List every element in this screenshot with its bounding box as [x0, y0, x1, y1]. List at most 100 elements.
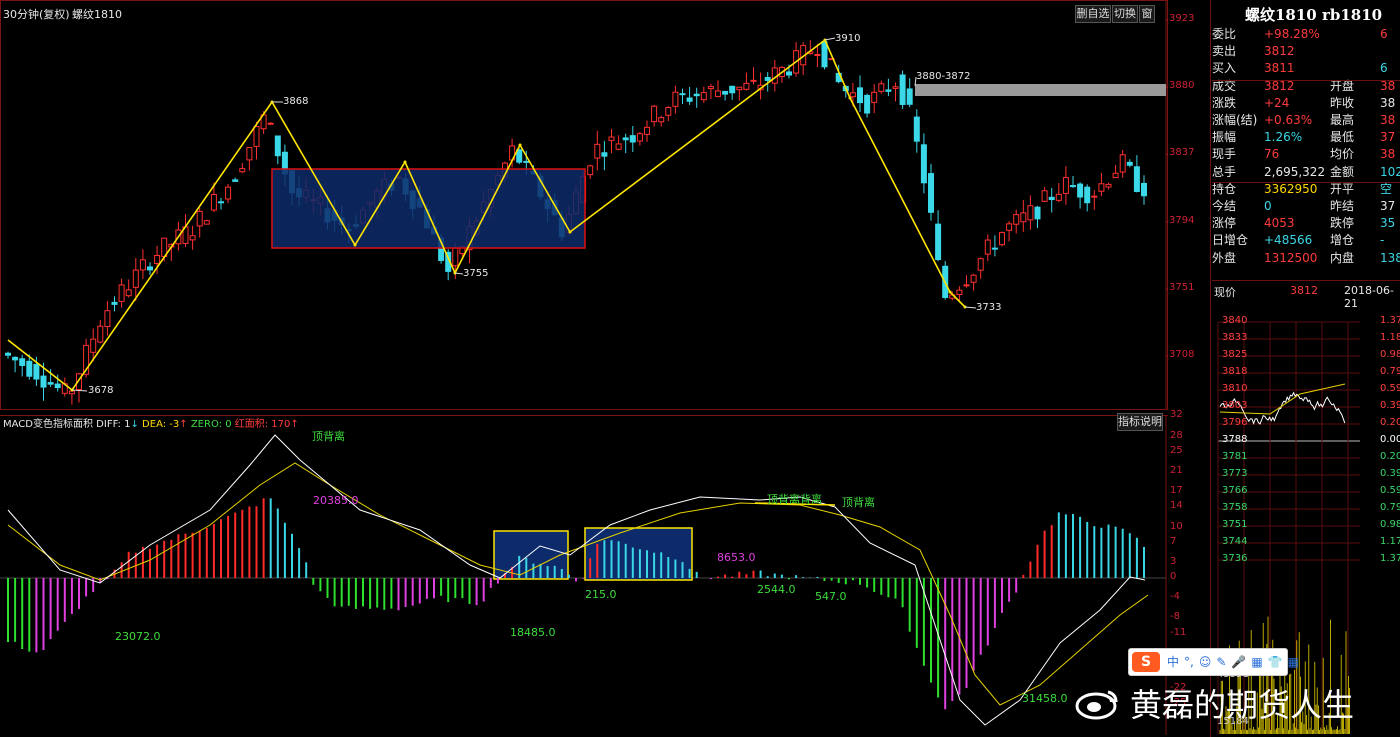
mini-axis-left: 3773 [1222, 468, 1248, 479]
macd-annotation: 215.0 [585, 588, 617, 601]
candle-up [977, 258, 984, 271]
quote-value: 3812 [1264, 44, 1295, 59]
mini-axis-right: 1.18 [1380, 332, 1400, 343]
candle-down [111, 301, 118, 305]
macd-annotation: 20385.0 [313, 494, 359, 507]
candle-up [132, 269, 139, 288]
quote-label: 昨结 [1330, 199, 1355, 213]
candle-down [1034, 206, 1041, 220]
ime-item-icon[interactable]: ▦ [1251, 655, 1262, 669]
quote-value: +48566 [1264, 233, 1313, 248]
ime-item-icon[interactable]: °, [1184, 655, 1194, 669]
candle-down [1084, 186, 1091, 204]
candle-down [232, 179, 239, 182]
candle-down [1070, 185, 1076, 188]
arrow-up-icon: ↑ [179, 419, 188, 430]
quote-label: 增仓 [1330, 233, 1355, 248]
candle-down [693, 93, 700, 97]
candle-down [764, 77, 771, 81]
quote-row: 今结 0 昨结 37 [1212, 198, 1400, 215]
ime-toolbar[interactable]: S 中 °, ☺ ✎ 🎤 ▦ 👕 ▦ [1128, 648, 1299, 676]
mini-axis-right: 0.79 [1380, 366, 1400, 377]
quote-label: 卖出 [1212, 44, 1237, 59]
quote-value: 2,695,322 [1264, 164, 1326, 179]
candle-down [19, 358, 26, 366]
candle-down [1126, 161, 1133, 166]
mini-axis-left: 3751 [1222, 519, 1248, 530]
candle-up [750, 79, 757, 82]
macd-annotation: 31458.0 [1022, 692, 1068, 705]
candle-down [722, 90, 729, 95]
candle-down [885, 89, 892, 92]
quote-value: 3811 [1264, 61, 1295, 76]
mini-axis-right: 1.17 [1380, 536, 1400, 547]
quote-label: 最高 [1330, 113, 1355, 127]
price-axis-label: 3794 [1169, 214, 1195, 226]
quote-label: 持仓 [1212, 181, 1237, 196]
candle-down [1077, 183, 1084, 198]
dea-line [7, 462, 1149, 706]
price-candlestick-chart[interactable] [0, 0, 1168, 410]
candle-up [1055, 193, 1062, 201]
quote-label: 涨跌 [1212, 95, 1237, 110]
ime-item-icon[interactable]: ☺ [1199, 655, 1212, 669]
now-price-value: 3812 [1290, 284, 1318, 297]
candle-up [68, 390, 75, 395]
mini-axis-right: 1.37 [1380, 553, 1400, 564]
candle-up [665, 106, 672, 116]
candle-up [594, 143, 601, 159]
zigzag-node [568, 230, 572, 234]
quote-row: 外盘 1312500 内盘 13828 [1212, 250, 1400, 267]
candle-up [878, 83, 885, 92]
candle-down [629, 135, 636, 143]
price-axis-label: 3837 [1169, 147, 1195, 159]
macd-annotation: 547.0 [815, 590, 847, 603]
candle-up [1105, 183, 1112, 188]
candle-up [1091, 195, 1098, 198]
now-price-label: 现价 [1214, 286, 1236, 299]
arrow-up-icon: ↑ [290, 419, 299, 430]
quote-row: 日增仓 +48566 增仓 - [1212, 232, 1400, 249]
candle-down [1048, 196, 1055, 201]
mini-axis-left: 3803 [1222, 400, 1248, 411]
candle-up [139, 259, 146, 271]
ime-item-icon[interactable]: ▦ [1288, 655, 1299, 669]
candle-up [90, 338, 97, 353]
indicator-help-button[interactable]: 指标说明 [1117, 413, 1163, 431]
candle-down [147, 266, 153, 271]
consolidation-box [271, 168, 586, 249]
quote-value: 0 [1264, 199, 1272, 213]
mini-axis-right: 0.39 [1380, 400, 1400, 411]
candle-down [622, 137, 629, 141]
mini-axis-right: 0.98 [1380, 349, 1400, 360]
ime-item-icon[interactable]: 中 [1167, 655, 1179, 669]
zigzag-node [848, 96, 852, 100]
quote-row: 振幅 1.26% 最低 37 [1212, 129, 1400, 146]
quote-label: 今结 [1212, 199, 1237, 213]
macd-chart[interactable] [0, 415, 1168, 735]
zigzag-node [403, 160, 407, 164]
quote-value: 1312500 [1264, 250, 1318, 265]
ime-item-icon[interactable]: ✎ [1216, 655, 1226, 669]
quote-row: 卖出 3812 [1212, 43, 1400, 60]
candle-up [1006, 223, 1013, 231]
ime-item-icon[interactable]: 🎤 [1231, 655, 1246, 669]
candle-up [956, 289, 963, 295]
candle-down [899, 74, 906, 105]
candle-down [5, 352, 11, 356]
candle-up [608, 136, 615, 141]
quote-value: 38 [1380, 147, 1396, 162]
ime-item-icon[interactable]: 👕 [1268, 655, 1283, 669]
quote-value: 35 [1380, 216, 1396, 231]
candle-up [849, 92, 856, 98]
mini-axis-left: 3766 [1222, 485, 1248, 496]
macd-axis-label: 7 [1170, 535, 1177, 547]
quote-label: 买入 [1212, 61, 1237, 76]
macd-axis-label: 25 [1170, 444, 1183, 456]
zigzag-node [948, 290, 952, 294]
macd-annotation: 2544.0 [757, 583, 796, 596]
candle-up [644, 126, 650, 135]
mini-axis-left: 3788 [1222, 434, 1248, 445]
price-annotation-label: 3733 [976, 302, 1002, 313]
mini-axis-left: 3781 [1222, 451, 1248, 462]
